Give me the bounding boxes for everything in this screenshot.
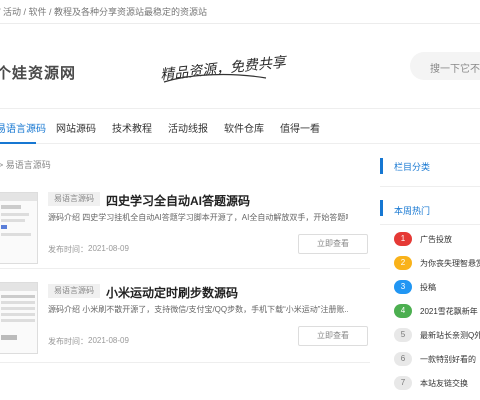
- hot-rank-badge: 2: [394, 256, 412, 270]
- hot-item-label[interactable]: 为你丧失理智悬赏: [420, 258, 480, 269]
- sidebar-divider: [380, 186, 480, 187]
- hot-title-accent: [380, 200, 383, 216]
- hot-list-item[interactable]: 7 本站友链交换: [394, 376, 480, 392]
- view-post-button[interactable]: 立即查看: [298, 234, 368, 254]
- post-date: 2021-08-09: [88, 244, 129, 253]
- nav-item-tutorials[interactable]: 技术教程: [112, 120, 152, 135]
- category-title: 栏目分类: [394, 162, 431, 172]
- hot-title: 本周热门: [394, 206, 431, 216]
- post-divider: [0, 362, 370, 363]
- post-divider: [0, 268, 370, 269]
- hot-item-label[interactable]: 2021雪花飘新年: [420, 306, 478, 317]
- post-title[interactable]: 小米运动定时刷步数源码: [106, 284, 238, 301]
- hot-rank-badge: 3: [394, 280, 412, 294]
- hot-item-label[interactable]: 最新站长亲测Q外: [420, 330, 480, 341]
- thumbnail-screenshot-icon: [0, 193, 37, 236]
- post-date-label: 发布时间：: [48, 337, 88, 346]
- hot-list-item[interactable]: 1 广告投放: [394, 232, 480, 248]
- nav-item-software[interactable]: 软件仓库: [224, 120, 264, 135]
- hot-list-item[interactable]: 3 投稿: [394, 280, 480, 296]
- post-tag[interactable]: 易语言源码: [48, 192, 100, 206]
- post-thumbnail[interactable]: [0, 192, 38, 264]
- breadcrumb[interactable]: > 易语言源码: [0, 158, 51, 171]
- search-box[interactable]: 搜一下它不香吗: [410, 52, 480, 80]
- top-bar: / 活动 / 软件 / 教程及各种分享资源站最稳定的资源站: [0, 0, 480, 24]
- nav-active-indicator: [0, 142, 36, 144]
- post-description: 源码介绍 小米刷不散开源了，支持微信/支付宝/QQ步数，手机下载“小米运动”注册…: [48, 305, 348, 314]
- category-title-accent: [380, 158, 383, 174]
- hot-rank-badge: 4: [394, 304, 412, 318]
- post-title[interactable]: 四史学习全自动AI答题源码: [106, 192, 250, 209]
- hot-rank-badge: 7: [394, 376, 412, 390]
- search-input[interactable]: 搜一下它不香吗: [430, 60, 480, 75]
- thumbnail-screenshot-icon: [0, 283, 37, 340]
- hot-rank-badge: 6: [394, 352, 412, 366]
- nav-item-activities[interactable]: 活动线报: [168, 120, 208, 135]
- post-date: 2021-08-09: [88, 336, 129, 345]
- sidebar-divider: [380, 224, 480, 225]
- post-tag[interactable]: 易语言源码: [48, 284, 100, 298]
- nav-item-web-source[interactable]: 网站源码: [56, 120, 96, 135]
- site-logo[interactable]: 个娃资源网: [0, 62, 76, 83]
- view-post-button[interactable]: 立即查看: [298, 326, 368, 346]
- hot-item-label[interactable]: 广告投放: [420, 234, 452, 245]
- nav-item-worth-seeing[interactable]: 值得一看: [280, 120, 320, 135]
- hot-rank-badge: 1: [394, 232, 412, 246]
- nav-item-yi-source[interactable]: 易语言源码: [0, 120, 46, 135]
- slogan-swoosh-icon: [163, 73, 267, 83]
- hot-item-label[interactable]: 本站友链交换: [420, 378, 468, 389]
- hot-rank-badge: 5: [394, 328, 412, 342]
- hot-list-item[interactable]: 6 一款特别好看的: [394, 352, 480, 368]
- post-thumbnail[interactable]: [0, 282, 38, 354]
- post-description: 源码介绍 四史学习挂机全自动AI答题学习脚本开源了，AI全自动解放双手，开始答题…: [48, 213, 348, 222]
- hot-item-label[interactable]: 投稿: [420, 282, 436, 293]
- top-bar-text: / 活动 / 软件 / 教程及各种分享资源站最稳定的资源站: [0, 7, 208, 17]
- hot-list-item[interactable]: 5 最新站长亲测Q外: [394, 328, 480, 344]
- hot-list-item[interactable]: 4 2021雪花飘新年: [394, 304, 480, 320]
- post-date-label: 发布时间：: [48, 245, 88, 254]
- main-nav: 易语言源码 网站源码 技术教程 活动线报 软件仓库 值得一看: [0, 108, 480, 144]
- hot-item-label[interactable]: 一款特别好看的: [420, 354, 476, 365]
- hot-list-item[interactable]: 2 为你丧失理智悬赏: [394, 256, 480, 272]
